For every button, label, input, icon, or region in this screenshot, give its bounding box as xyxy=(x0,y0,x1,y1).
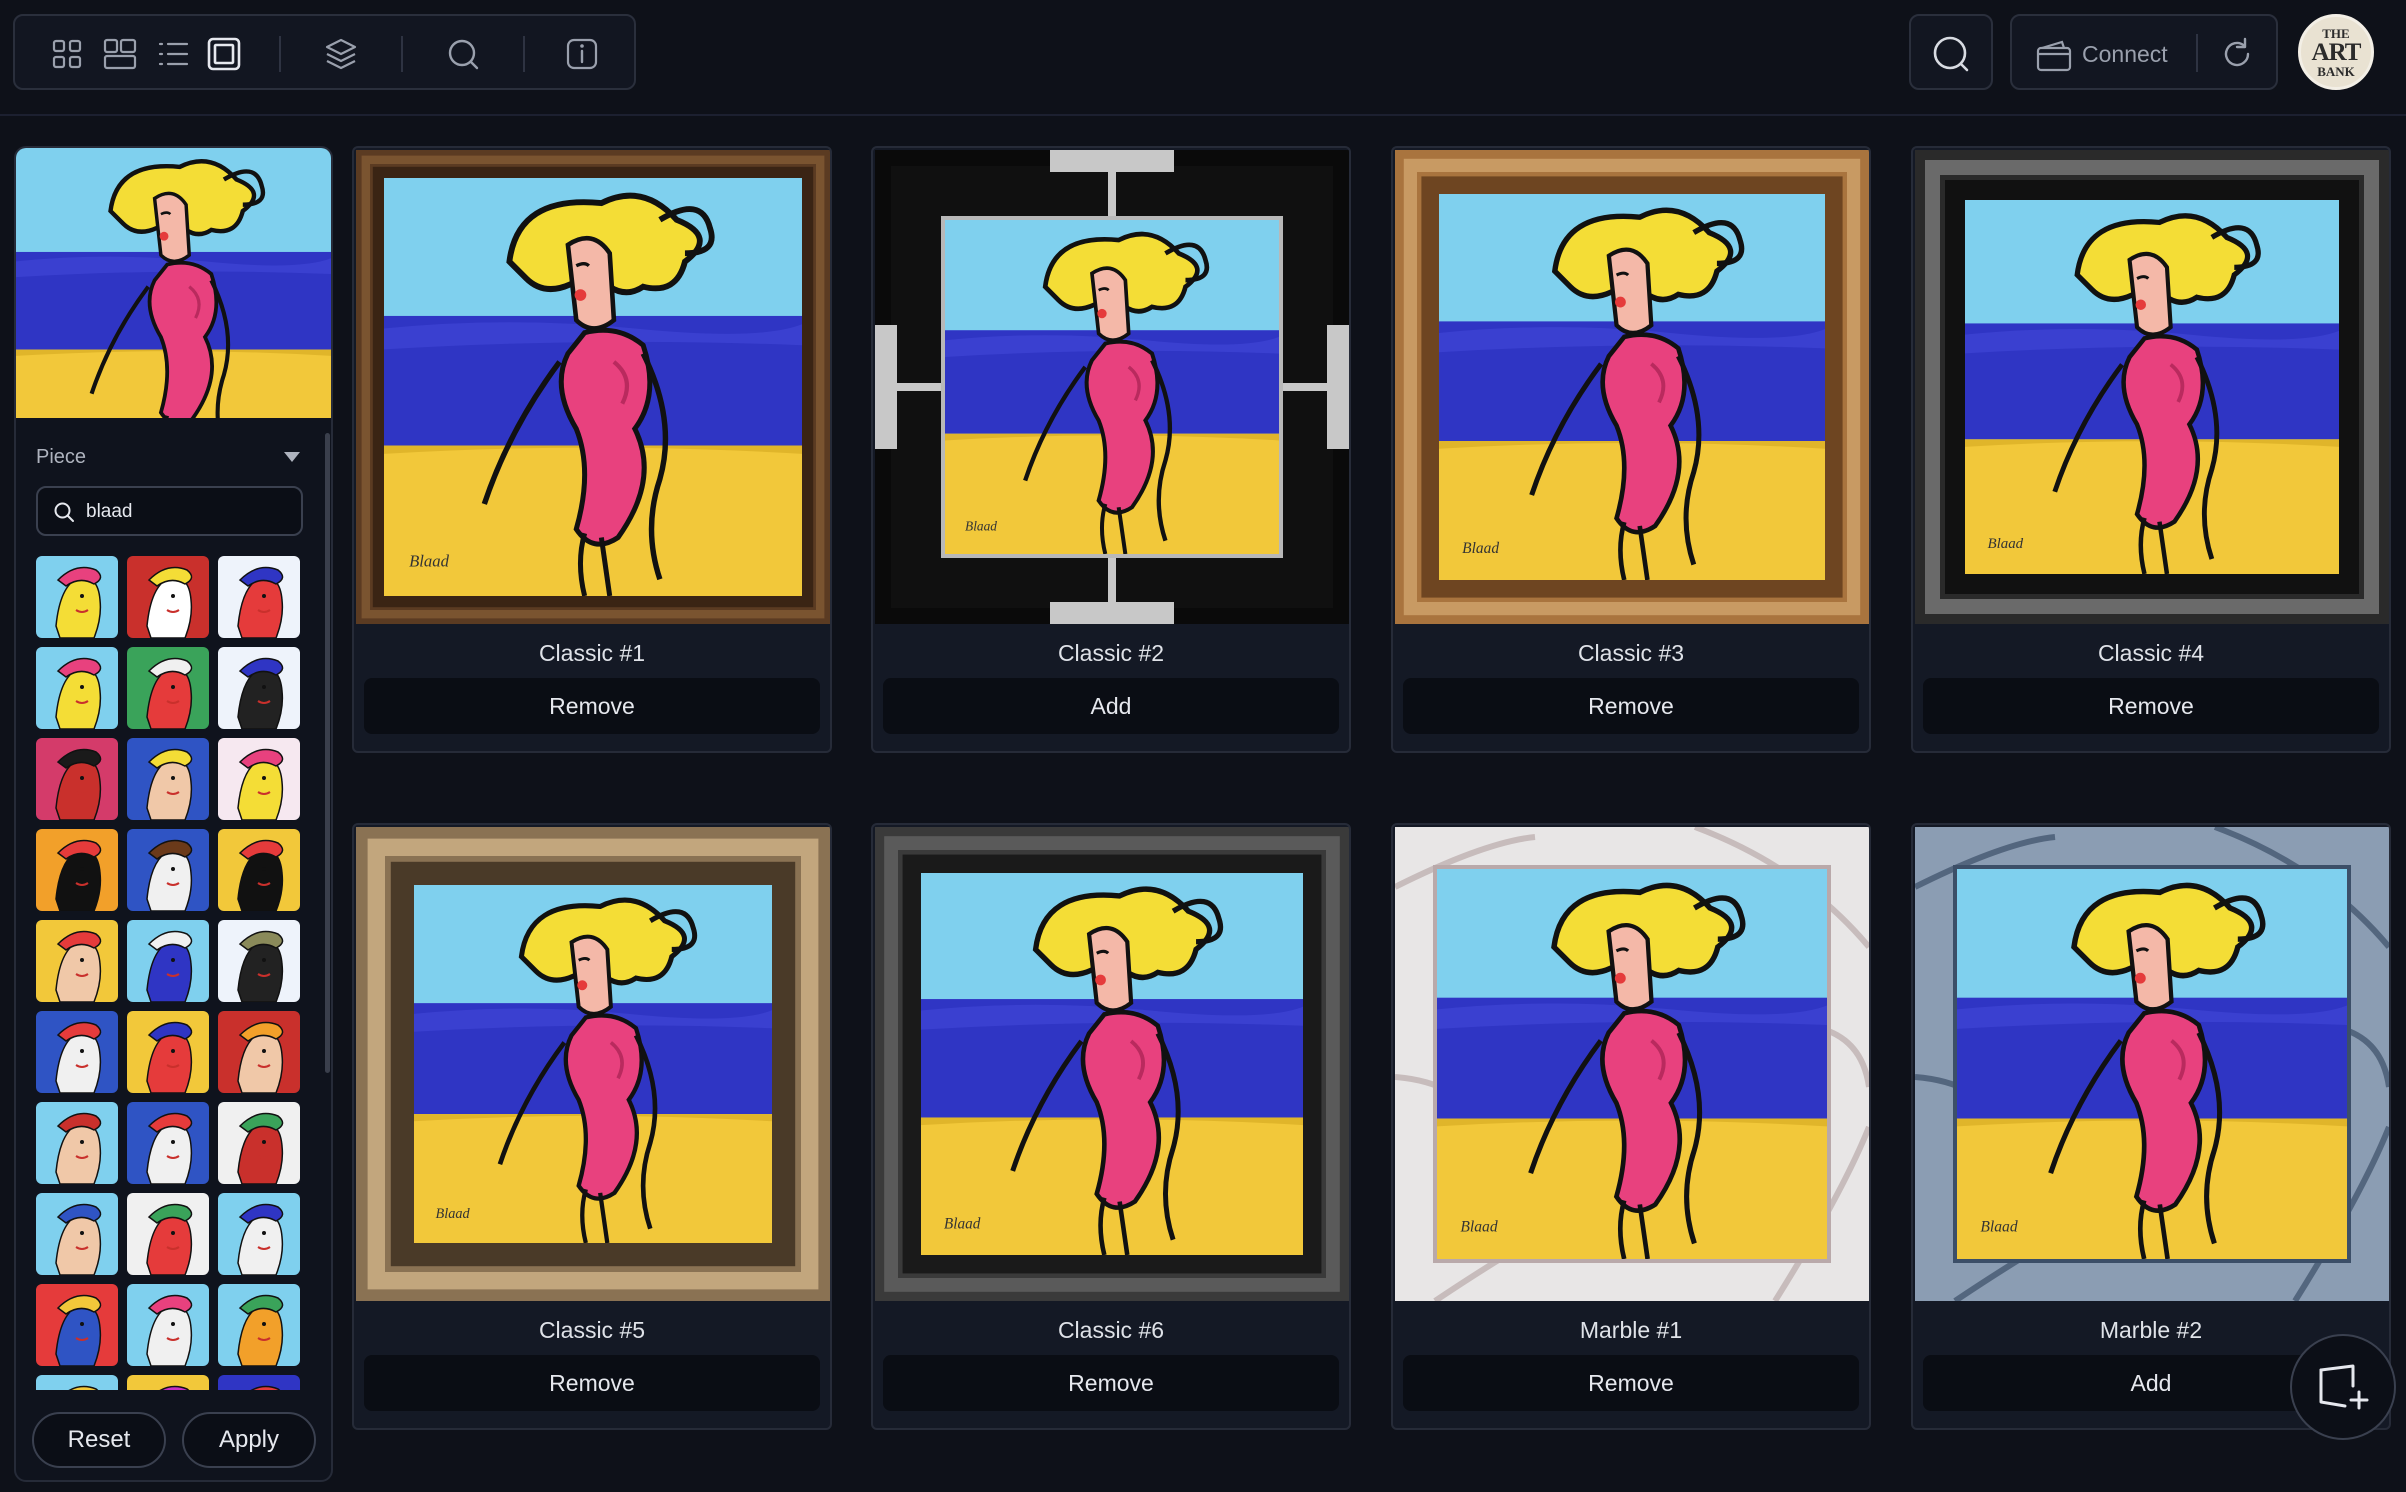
art-bank-logo[interactable]: THE ART BANK xyxy=(2298,14,2374,90)
info-icon[interactable] xyxy=(562,34,602,74)
global-search-button[interactable] xyxy=(1909,14,1993,90)
remove-button[interactable]: Remove xyxy=(1923,678,2379,734)
piece-thumbnail[interactable] xyxy=(36,556,118,638)
piece-thumbnail[interactable] xyxy=(36,738,118,820)
toolbar-divider xyxy=(401,36,403,72)
apply-button[interactable]: Apply xyxy=(182,1412,316,1468)
piece-thumbnail[interactable] xyxy=(218,556,300,638)
framed-artwork xyxy=(356,150,830,624)
piece-section-label: Piece xyxy=(36,446,87,468)
piece-thumbnail[interactable] xyxy=(127,647,209,729)
frame-card-marble-1[interactable]: Marble #1 Remove xyxy=(1391,823,1871,1430)
refresh-icon[interactable] xyxy=(2220,37,2254,71)
connect-button[interactable]: Connect xyxy=(2082,41,2168,68)
piece-thumbnail[interactable] xyxy=(127,829,209,911)
remove-button[interactable]: Remove xyxy=(1403,1355,1859,1411)
piece-search-input[interactable]: blaad xyxy=(36,486,303,536)
grid-small-icon[interactable] xyxy=(47,34,87,74)
frame-card-classic-1[interactable]: Classic #1 Remove xyxy=(352,146,832,753)
frame-card-classic-5[interactable]: Classic #5 Remove xyxy=(352,823,832,1430)
frame-add-icon xyxy=(2319,1364,2369,1410)
toolbar-divider xyxy=(523,36,525,72)
framed-artwork xyxy=(875,150,1349,624)
wallet-icon xyxy=(2036,40,2072,72)
grid-large-icon[interactable] xyxy=(100,34,140,74)
sidebar-scrollbar[interactable] xyxy=(325,433,330,1073)
frame-card-classic-4[interactable]: Classic #4 Remove xyxy=(1911,146,2391,753)
framed-artwork xyxy=(1395,150,1869,624)
frame-card-classic-2[interactable]: Classic #2 Add xyxy=(871,146,1351,753)
piece-thumbnail[interactable] xyxy=(36,647,118,729)
piece-thumbnail[interactable] xyxy=(36,920,118,1002)
view-toolbar xyxy=(13,14,636,90)
piece-thumbnail-grid xyxy=(36,556,306,1390)
piece-thumbnail[interactable] xyxy=(36,1284,118,1366)
frame-name: Classic #1 xyxy=(538,640,646,666)
piece-thumbnail[interactable] xyxy=(218,920,300,1002)
framed-artwork xyxy=(1915,827,2389,1301)
frame-name: Classic #3 xyxy=(1577,640,1685,666)
piece-thumbnail[interactable] xyxy=(218,1011,300,1093)
chevron-down-icon[interactable] xyxy=(284,452,300,462)
list-icon[interactable] xyxy=(153,34,193,74)
piece-thumbnail[interactable] xyxy=(36,1375,118,1390)
piece-thumbnail[interactable] xyxy=(127,1193,209,1275)
toolbar-divider xyxy=(279,36,281,72)
piece-thumbnail[interactable] xyxy=(127,1011,209,1093)
toolbar-divider xyxy=(2196,34,2198,72)
remove-button[interactable]: Remove xyxy=(364,678,820,734)
single-view-icon[interactable] xyxy=(204,34,244,74)
connect-wallet-group: Connect xyxy=(2010,14,2278,90)
frame-name: Classic #6 xyxy=(1057,1317,1165,1343)
frame-name: Classic #4 xyxy=(2097,640,2205,666)
search-icon[interactable] xyxy=(443,34,483,74)
piece-thumbnail[interactable] xyxy=(218,829,300,911)
piece-thumbnail[interactable] xyxy=(127,920,209,1002)
piece-thumbnail[interactable] xyxy=(218,1284,300,1366)
frame-name: Classic #2 xyxy=(1057,640,1165,666)
framed-artwork xyxy=(1915,150,2389,624)
piece-thumbnail[interactable] xyxy=(218,647,300,729)
piece-thumbnail[interactable] xyxy=(127,556,209,638)
piece-thumbnail[interactable] xyxy=(36,1011,118,1093)
remove-button[interactable]: Remove xyxy=(364,1355,820,1411)
frame-card-classic-6[interactable]: Classic #6 Remove xyxy=(871,823,1351,1430)
piece-thumbnail[interactable] xyxy=(127,1284,209,1366)
add-button[interactable]: Add xyxy=(883,678,1339,734)
layers-icon[interactable] xyxy=(321,34,361,74)
frame-card-classic-3[interactable]: Classic #3 Remove xyxy=(1391,146,1871,753)
piece-thumbnail[interactable] xyxy=(127,738,209,820)
search-icon xyxy=(1933,36,1969,72)
piece-thumbnail[interactable] xyxy=(36,1102,118,1184)
remove-button[interactable]: Remove xyxy=(1403,678,1859,734)
frame-name: Marble #1 xyxy=(1579,1317,1683,1343)
frame-name: Classic #5 xyxy=(538,1317,646,1343)
framed-artwork xyxy=(1395,827,1869,1301)
piece-thumbnail[interactable] xyxy=(127,1375,209,1390)
remove-button[interactable]: Remove xyxy=(883,1355,1339,1411)
piece-thumbnail[interactable] xyxy=(36,829,118,911)
search-icon xyxy=(54,502,74,522)
framed-artwork xyxy=(875,827,1349,1301)
piece-search-value: blaad xyxy=(86,501,133,522)
reset-button[interactable]: Reset xyxy=(32,1412,166,1468)
framed-artwork xyxy=(356,827,830,1301)
piece-thumbnail[interactable] xyxy=(218,1102,300,1184)
top-toolbar: Connect THE ART BANK xyxy=(0,0,2406,116)
selected-piece-preview xyxy=(16,148,331,418)
piece-thumbnail[interactable] xyxy=(218,1375,300,1390)
piece-thumbnail[interactable] xyxy=(36,1193,118,1275)
piece-thumbnail[interactable] xyxy=(218,738,300,820)
piece-thumbnail[interactable] xyxy=(218,1193,300,1275)
piece-thumbnail[interactable] xyxy=(127,1102,209,1184)
add-to-wall-button[interactable] xyxy=(2290,1334,2396,1440)
piece-sidebar: Piece blaad Reset Apply xyxy=(14,146,333,1482)
